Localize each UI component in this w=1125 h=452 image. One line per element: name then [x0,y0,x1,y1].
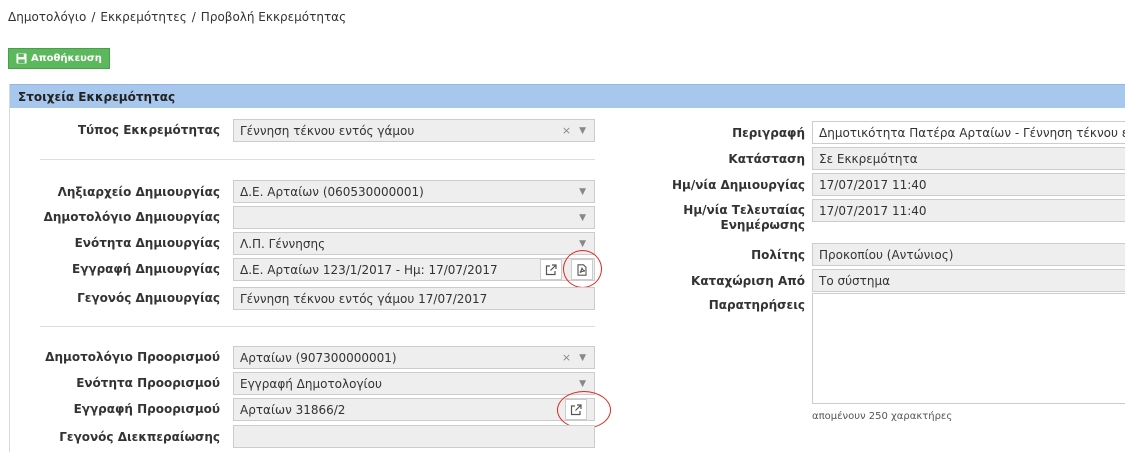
dest-record-open-button[interactable] [565,399,587,420]
creation-event-value: Γέννηση τέκνου εντός γάμου 17/07/2017 [240,291,488,306]
dest-record-label: Εγγραφή Προορισμού [73,402,220,416]
creation-municipal-registry-label: Δημοτολόγιο Δημιουργίας [43,210,220,224]
creation-section-select[interactable]: Λ.Π. Γέννησης ▼ [233,232,595,255]
created-date-value: 17/07/2017 11:40 [819,177,927,192]
creation-registry-select[interactable]: Δ.Ε. Αρταίων (060530000001) ▼ [233,180,595,203]
creation-section-label: Ενότητα Δημιουργίας [74,236,220,250]
creation-registry-label: Ληξιαρχείο Δημιουργίας [57,185,220,199]
creation-registry-value: Δ.Ε. Αρταίων (060530000001) [240,184,424,199]
creation-municipal-registry-select[interactable]: ▼ [233,206,595,229]
updated-date-field: 17/07/2017 11:40 [812,199,1125,222]
chevron-down-icon[interactable]: ▼ [579,213,586,223]
panel-header: Στοιχεία Εκκρεμότητας [10,84,1125,108]
updated-date-label: Ημ/νία Τελευταίας Ενημέρωσης [683,203,805,233]
creation-record-label: Εγγραφή Δημιουργίας [72,262,220,276]
completion-event-field [233,425,595,448]
citizen-field: Προκοπίου (Αντώνιος) [812,243,1125,266]
dest-record-field: Αρταίων 31866/2 [233,398,595,421]
dest-section-select[interactable]: Εγγραφή Δημοτολογίου ▼ [233,372,595,395]
updated-date-label-line2: Ενημέρωσης [720,218,805,232]
notes-textarea[interactable] [812,293,1125,404]
created-date-field: 17/07/2017 11:40 [812,173,1125,196]
notes-remaining-hint: απομένουν 250 χαρακτήρες [812,411,953,422]
dest-section-value: Εγγραφή Δημοτολογίου [240,376,382,391]
creation-record-value: Δ.Ε. Αρταίων 123/1/2017 - Ημ: 17/07/2017 [240,262,498,277]
section-divider [40,159,595,160]
chevron-down-icon[interactable]: ▼ [579,126,586,136]
updated-date-value: 17/07/2017 11:40 [819,203,927,218]
breadcrumb-item-current: Προβολή Εκκρεμότητας [200,10,347,24]
breadcrumb-item-pending[interactable]: Εκκρεμότητες [100,10,186,24]
chevron-down-icon[interactable]: ▼ [579,187,586,197]
completion-event-label: Γεγονός Διεκπεραίωσης [59,430,220,444]
save-button[interactable]: Αποθήκευση [8,48,110,69]
status-label: Κατάσταση [728,152,805,166]
dest-registry-value: Αρταίων (907300000001) [240,350,397,365]
type-select[interactable]: Γέννηση τέκνου εντός γάμου × ▼ [233,119,595,142]
dest-section-label: Ενότητα Προορισμού [76,376,220,390]
entered-by-value: Το σύστημα [819,273,891,288]
creation-record-open-button[interactable] [540,259,562,280]
type-label: Τύπος Εκκρεμότητας [77,123,220,137]
breadcrumb-separator: / [191,10,196,24]
breadcrumb-item-municipal-registry[interactable]: Δημοτολόγιο [8,10,86,24]
creation-record-pdf-button[interactable] [571,259,593,280]
creation-section-value: Λ.Π. Γέννησης [240,236,326,251]
description-label: Περιγραφή [732,126,805,140]
external-link-icon [570,403,582,415]
chevron-down-icon[interactable]: ▼ [579,239,586,249]
citizen-value: Προκοπίου (Αντώνιος) [819,247,954,262]
breadcrumb-separator: / [91,10,96,24]
dest-record-value: Αρταίων 31866/2 [240,402,346,417]
pdf-icon [577,263,587,276]
external-link-icon [545,263,557,275]
updated-date-label-line1: Ημ/νία Τελευταίας [683,203,805,217]
panel-title: Στοιχεία Εκκρεμότητας [18,89,176,104]
dest-registry-label: Δημοτολόγιο Προορισμού [45,350,220,364]
chevron-down-icon[interactable]: ▼ [579,379,586,389]
breadcrumb: Δημοτολόγιο / Εκκρεμότητες / Προβολή Εκκρεμό… [8,10,346,24]
page-left-border [9,84,10,452]
notes-label: Παρατηρήσεις [708,298,805,312]
entered-by-field: Το σύστημα [812,269,1125,292]
entered-by-label: Καταχώριση Από [691,274,805,288]
type-select-value: Γέννηση τέκνου εντός γάμου [240,123,415,138]
status-field: Σε Εκκρεμότητα [812,147,1125,170]
clear-icon[interactable]: × [562,351,571,364]
save-button-label: Αποθήκευση [31,53,102,64]
save-icon [16,53,27,64]
section-divider [40,326,595,327]
creation-event-field: Γέννηση τέκνου εντός γάμου 17/07/2017 [233,287,595,310]
dest-registry-select[interactable]: Αρταίων (907300000001) × ▼ [233,346,595,369]
chevron-down-icon[interactable]: ▼ [579,353,586,363]
description-value: Δημοτικότητα Πατέρα Αρταίων - Γέννηση τέ… [819,125,1125,140]
creation-event-label: Γεγονός Δημιουργίας [77,291,220,305]
created-date-label: Ημ/νία Δημιουργίας [671,178,805,192]
description-input[interactable]: Δημοτικότητα Πατέρα Αρταίων - Γέννηση τέ… [812,121,1125,144]
status-value: Σε Εκκρεμότητα [819,151,918,166]
clear-icon[interactable]: × [562,124,571,137]
citizen-label: Πολίτης [751,248,805,262]
